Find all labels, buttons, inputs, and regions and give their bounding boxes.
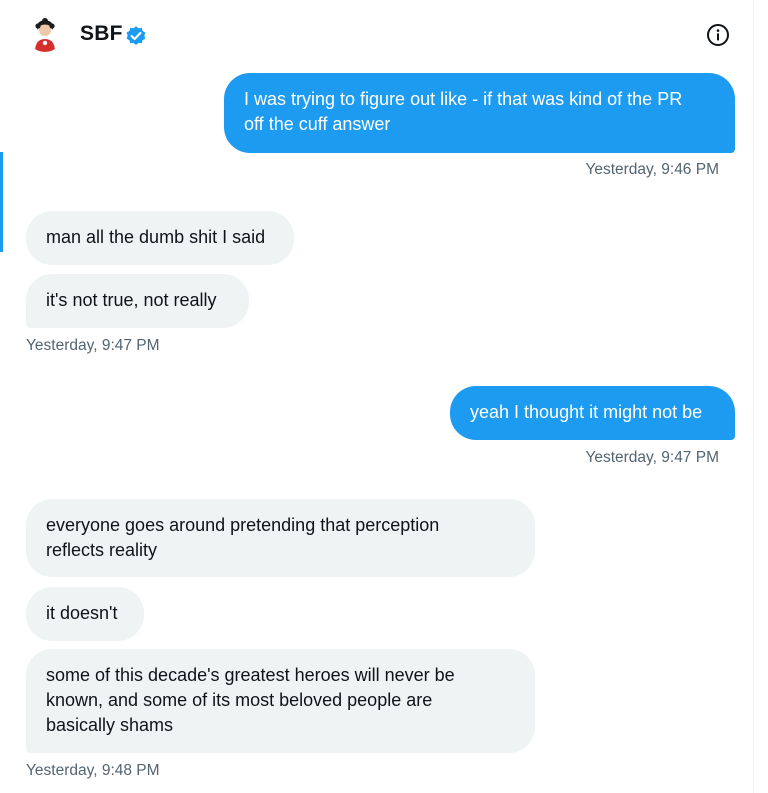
message-line: known, and some of its most beloved peop…	[46, 690, 433, 710]
message-timestamp: Yesterday, 9:47 PM	[26, 337, 160, 354]
message-line: yeah I thought it might not be	[470, 402, 703, 422]
message-line: off the cuff answer	[244, 114, 391, 134]
message-line: some of this decade's greatest heroes wi…	[46, 665, 455, 685]
conversation-header: SBF	[0, 0, 754, 70]
received-message[interactable]: some of this decade's greatest heroes wi…	[26, 649, 535, 753]
received-message[interactable]: everyone goes around pretending that per…	[26, 499, 535, 577]
avatar-icon[interactable]	[26, 14, 64, 52]
message-line: man all the dumb shit I said	[46, 227, 266, 247]
sent-message[interactable]: I was trying to figure out like - if tha…	[224, 73, 735, 153]
message-line: it doesn't	[46, 603, 118, 623]
received-message[interactable]: it's not true, not really	[26, 274, 249, 328]
message-line: basically shams	[46, 715, 174, 735]
message-timestamp: Yesterday, 9:46 PM	[585, 161, 719, 178]
message-timestamp: Yesterday, 9:47 PM	[585, 449, 719, 466]
message-timestamp: Yesterday, 9:48 PM	[26, 762, 160, 779]
sent-message[interactable]: yeah I thought it might not be	[450, 386, 735, 440]
conversation-active-indicator	[0, 152, 3, 252]
message-line: reflects reality	[46, 540, 158, 560]
received-message[interactable]: it doesn't	[26, 587, 144, 641]
message-line: everyone goes around pretending that per…	[46, 515, 440, 535]
received-message[interactable]: man all the dumb shit I said	[26, 211, 294, 265]
verified-badge-icon	[125, 25, 147, 47]
message-line: it's not true, not really	[46, 290, 217, 310]
info-icon[interactable]	[706, 23, 730, 47]
conversation-panel: SBF I was trying to figure out like - if…	[0, 0, 754, 793]
message-line: I was trying to figure out like - if tha…	[244, 89, 683, 109]
contact-name[interactable]: SBF	[80, 22, 123, 46]
